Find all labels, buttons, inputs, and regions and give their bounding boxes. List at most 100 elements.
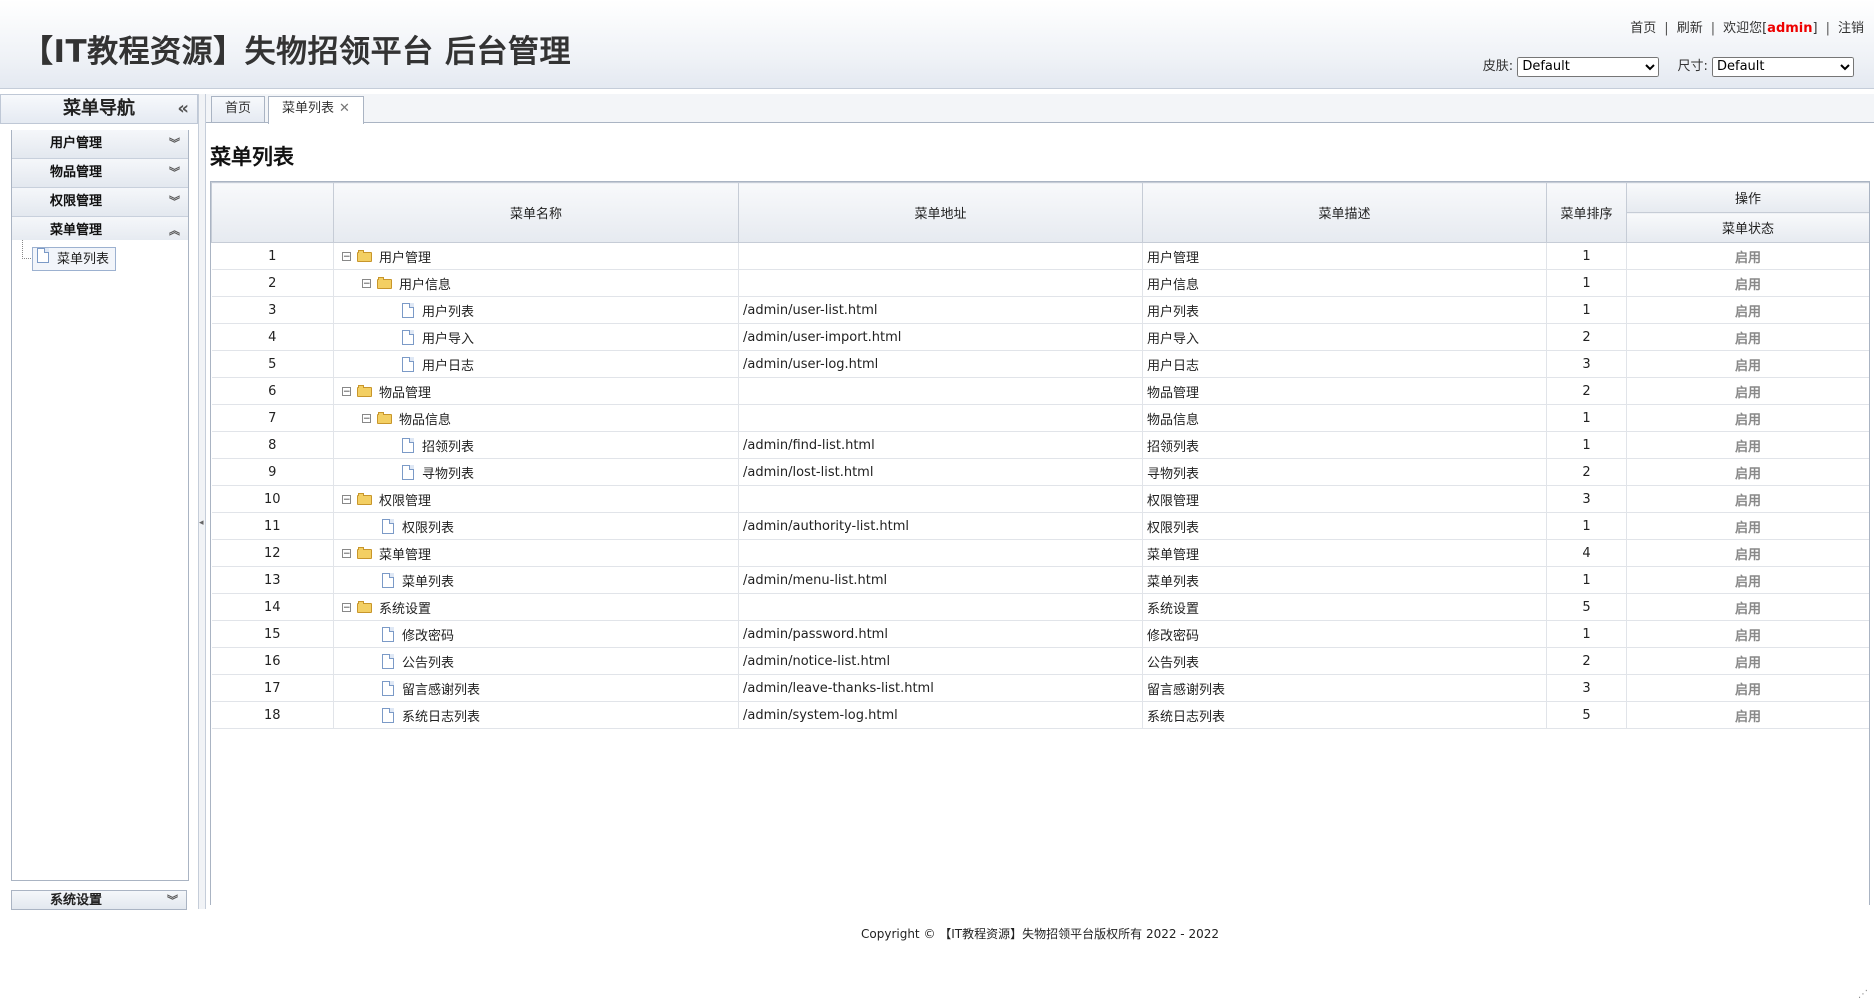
- menu-status[interactable]: 启用: [1626, 242, 1869, 270]
- collapse-tree-icon[interactable]: −: [362, 413, 371, 423]
- collapse-tree-icon[interactable]: −: [362, 278, 371, 288]
- menu-name-cell: − 物品信息: [333, 404, 739, 432]
- table-row[interactable]: 6− 物品管理 物品管理 2 启用: [211, 377, 1869, 405]
- menu-order: 2: [1546, 647, 1627, 675]
- table-row[interactable]: 4 用户导入/admin/user-import.html 用户导入 2 启用: [211, 323, 1869, 351]
- menu-status[interactable]: 启用: [1626, 458, 1869, 486]
- menu-status[interactable]: 启用: [1626, 566, 1869, 594]
- table-row[interactable]: 1− 用户管理 用户管理 1 启用: [211, 242, 1869, 270]
- row-number: 17: [211, 674, 334, 702]
- menu-status[interactable]: 启用: [1626, 539, 1869, 567]
- size-select[interactable]: Default: [1712, 56, 1854, 77]
- table-row[interactable]: 8 招领列表/admin/find-list.html 招领列表 1 启用: [211, 431, 1869, 459]
- col-header-status[interactable]: 菜单状态: [1626, 212, 1869, 243]
- home-link[interactable]: 首页: [1630, 21, 1656, 36]
- collapse-tree-icon[interactable]: −: [342, 251, 351, 261]
- col-header-ops: 操作: [1626, 182, 1869, 213]
- tab-home[interactable]: 首页: [211, 96, 266, 122]
- table-row[interactable]: 13 菜单列表/admin/menu-list.html 菜单列表 1 启用: [211, 566, 1869, 594]
- menu-status[interactable]: 启用: [1626, 404, 1869, 432]
- nav-header: 菜单导航 «: [0, 94, 198, 124]
- menu-order: 1: [1546, 620, 1627, 648]
- sidebar-group-item[interactable]: 物品管理 ︾: [12, 159, 188, 188]
- menu-status[interactable]: 启用: [1626, 593, 1869, 621]
- menu-name-cell: 菜单列表: [333, 566, 739, 594]
- table-row[interactable]: 3 用户列表/admin/user-list.html 用户列表 1 启用: [211, 296, 1869, 324]
- table-row[interactable]: 11 权限列表/admin/authority-list.html 权限列表 1 启用: [211, 512, 1869, 540]
- menu-url: /admin/find-list.html: [738, 431, 1143, 459]
- logout-link[interactable]: 注销: [1838, 21, 1864, 36]
- menu-desc: 用户列表: [1142, 296, 1547, 324]
- menu-order: 3: [1546, 674, 1627, 702]
- menu-order: 5: [1546, 593, 1627, 621]
- sidebar-group-authority[interactable]: 权限管理 ︾: [12, 188, 188, 217]
- expand-icon: ︾: [169, 195, 180, 208]
- sidebar-group-system[interactable]: 系统设置 ︾: [11, 890, 187, 910]
- menu-name: 权限管理: [379, 493, 432, 509]
- menu-status[interactable]: 启用: [1626, 350, 1869, 378]
- table-row[interactable]: 2− 用户信息 用户信息 1 启用: [211, 269, 1869, 297]
- menu-status[interactable]: 启用: [1626, 485, 1869, 513]
- collapse-tree-icon[interactable]: −: [342, 602, 351, 612]
- resize-handle-icon[interactable]: ⋰: [1858, 989, 1868, 1000]
- menu-status[interactable]: 启用: [1626, 269, 1869, 297]
- sidebar-group-user[interactable]: 用户管理 ︾: [12, 130, 188, 159]
- menu-name: 招领列表: [422, 439, 475, 455]
- col-header-name[interactable]: 菜单名称: [333, 182, 739, 243]
- close-icon[interactable]: ✕: [339, 101, 350, 116]
- table-row[interactable]: 5 用户日志/admin/user-log.html 用户日志 3 启用: [211, 350, 1869, 378]
- file-icon: [382, 680, 394, 696]
- tab-menu-list[interactable]: 菜单列表 ✕: [268, 96, 364, 124]
- collapse-tree-icon[interactable]: −: [342, 548, 351, 558]
- menu-status[interactable]: 启用: [1626, 296, 1869, 324]
- menu-status[interactable]: 启用: [1626, 620, 1869, 648]
- col-header-url[interactable]: 菜单地址: [738, 182, 1143, 243]
- table-row[interactable]: 18 系统日志列表/admin/system-log.html 系统日志列表 5 启用: [211, 701, 1869, 729]
- folder-open-icon: [357, 547, 373, 559]
- col-header-desc[interactable]: 菜单描述: [1142, 182, 1547, 243]
- row-number: 6: [211, 377, 334, 405]
- menu-status[interactable]: 启用: [1626, 647, 1869, 675]
- group-label: 物品管理: [50, 165, 103, 180]
- splitter-arrow-icon[interactable]: ◂: [199, 518, 204, 528]
- menu-desc: 系统日志列表: [1142, 701, 1547, 729]
- table-row[interactable]: 17 留言感谢列表/admin/leave-thanks-list.html 留言感…: [211, 674, 1869, 702]
- table-row[interactable]: 12− 菜单管理 菜单管理 4 启用: [211, 539, 1869, 567]
- sidebar-splitter[interactable]: ◂: [198, 94, 206, 909]
- table-row[interactable]: 7− 物品信息 物品信息 1 启用: [211, 404, 1869, 432]
- table-row[interactable]: 9 寻物列表/admin/lost-list.html 寻物列表 2 启用: [211, 458, 1869, 486]
- table-row[interactable]: 10− 权限管理 权限管理 3 启用: [211, 485, 1869, 513]
- menu-status[interactable]: 启用: [1626, 512, 1869, 540]
- menu-name-cell: − 用户管理: [333, 242, 739, 270]
- footer: Copyright © 【IT教程资源】失物招领平台版权所有 2022 - 20…: [861, 927, 1219, 941]
- menu-desc: 寻物列表: [1142, 458, 1547, 486]
- menu-status[interactable]: 启用: [1626, 323, 1869, 351]
- table-row[interactable]: 14− 系统设置 系统设置 5 启用: [211, 593, 1869, 621]
- collapse-tree-icon[interactable]: −: [342, 494, 351, 504]
- menu-status[interactable]: 启用: [1626, 674, 1869, 702]
- col-header-order[interactable]: 菜单排序: [1546, 182, 1627, 243]
- menu-status[interactable]: 启用: [1626, 701, 1869, 729]
- menu-name: 寻物列表: [422, 466, 475, 482]
- skin-select[interactable]: Default: [1517, 56, 1660, 77]
- collapse-sidebar-icon[interactable]: «: [177, 95, 189, 123]
- menu-desc: 物品信息: [1142, 404, 1547, 432]
- row-number: 13: [211, 566, 334, 594]
- group-label: 权限管理: [50, 194, 103, 209]
- nav-title: 菜单导航: [63, 98, 135, 119]
- menu-desc: 公告列表: [1142, 647, 1547, 675]
- table-row[interactable]: 15 修改密码/admin/password.html 修改密码 1 启用: [211, 620, 1869, 648]
- row-number: 8: [211, 431, 334, 459]
- refresh-link[interactable]: 刷新: [1677, 21, 1703, 36]
- menu-desc: 权限列表: [1142, 512, 1547, 540]
- expand-icon: ︾: [169, 166, 180, 179]
- sidebar-item-menu-list[interactable]: 菜单列表: [32, 247, 117, 271]
- menu-url: [738, 242, 1143, 270]
- menu-order: 1: [1546, 431, 1627, 459]
- collapse-tree-icon[interactable]: −: [342, 386, 351, 396]
- menu-status[interactable]: 启用: [1626, 431, 1869, 459]
- menu-status[interactable]: 启用: [1626, 377, 1869, 405]
- table-row[interactable]: 16 公告列表/admin/notice-list.html 公告列表 2 启用: [211, 647, 1869, 675]
- file-icon: [37, 248, 49, 263]
- file-icon: [402, 464, 414, 480]
